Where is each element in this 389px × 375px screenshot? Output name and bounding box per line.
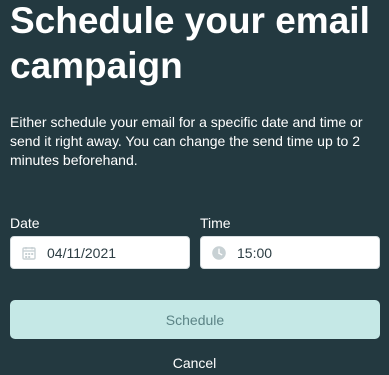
description-text: Either schedule your email for a specifi… [10,114,363,168]
time-value: 15:00 [237,244,273,261]
date-label: Date [10,215,40,231]
date-value: 04/11/2021 [47,244,117,261]
page-title: Schedule your email campaign [10,0,370,86]
calendar-icon [21,245,37,261]
cancel-link[interactable]: Cancel [0,355,389,371]
clock-icon [211,245,227,261]
schedule-button[interactable]: Schedule [10,300,380,339]
schedule-dialog: Schedule your email campaign Either sche… [0,0,389,375]
time-label: Time [200,215,231,231]
time-field[interactable]: 15:00 [200,236,380,269]
date-field[interactable]: 04/11/2021 [10,236,190,269]
